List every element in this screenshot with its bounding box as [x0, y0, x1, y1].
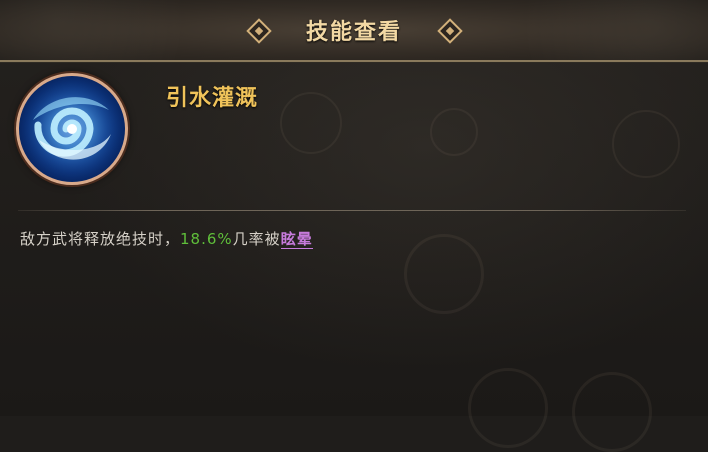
background-ornament [404, 234, 484, 314]
background-ornament [430, 108, 478, 156]
effect-keyword-link[interactable]: 眩晕 [280, 230, 313, 249]
description-prefix: 敌方武将释放绝技时， [20, 230, 181, 248]
background-ornament [612, 110, 680, 178]
chance-value: 18.6% [180, 230, 233, 248]
water-swirl-icon [16, 73, 128, 185]
description-middle: 几率被 [232, 230, 281, 248]
background-ornament [280, 92, 342, 154]
panel-title: 技能查看 [305, 20, 402, 45]
panel-header: 技能查看 [0, 0, 708, 62]
skill-name: 引水灌溉 [166, 86, 259, 111]
skill-description: 敌方武将释放绝技时，18.6%几率被眩晕 [20, 228, 313, 249]
skill-view-panel: 技能查看 引水灌溉 敌方武将释放绝技时，18.6%几率被眩晕 [0, 0, 708, 452]
divider [18, 210, 686, 211]
background-ornament [572, 372, 652, 452]
background-ornament [468, 368, 548, 448]
